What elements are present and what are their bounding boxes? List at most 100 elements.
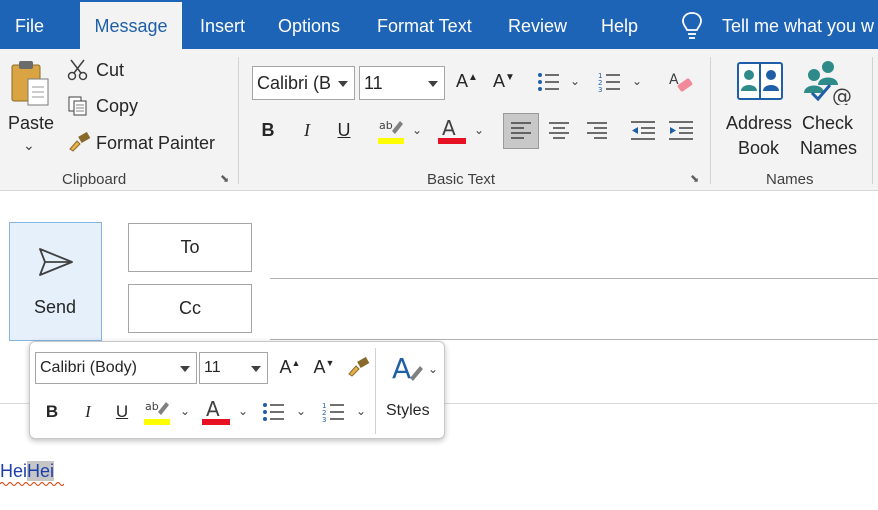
align-right-icon[interactable] — [586, 121, 608, 139]
paste-icon[interactable] — [8, 59, 52, 109]
chevron-down-icon — [338, 81, 348, 87]
send-label: Send — [34, 297, 77, 317]
shrink-font-icon[interactable]: A▼ — [492, 71, 516, 92]
underline-button[interactable]: U — [332, 120, 356, 141]
svg-text:ab: ab — [145, 400, 159, 413]
clipboard-group-label: Clipboard — [62, 171, 127, 188]
copy-icon — [68, 96, 87, 116]
tab-insert[interactable]: Insert — [200, 0, 245, 49]
tab-message[interactable]: Message — [80, 2, 182, 49]
mini-highlight-chevron-icon[interactable]: ⌄ — [180, 404, 190, 418]
tab-format-text[interactable]: Format Text — [377, 0, 472, 49]
chevron-down-icon — [428, 81, 438, 87]
tab-review[interactable]: Review — [508, 0, 567, 49]
lightbulb-icon[interactable] — [680, 11, 704, 41]
cc-button[interactable]: Cc — [128, 284, 252, 333]
format-painter-icon — [69, 132, 91, 152]
mini-font-color-icon[interactable]: A — [202, 396, 230, 426]
decrease-indent-icon[interactable] — [630, 120, 656, 140]
mini-underline-button[interactable]: U — [110, 402, 134, 422]
mini-bullets-icon[interactable] — [262, 401, 286, 423]
align-center-icon[interactable] — [548, 121, 570, 139]
menu-bar: File Message Insert Options Format Text … — [0, 0, 878, 49]
font-name-value: Calibri (B — [257, 73, 332, 93]
mini-font-size-value: 11 — [204, 359, 221, 376]
mini-numbering-chevron-icon[interactable]: ⌄ — [356, 404, 366, 418]
mini-divider — [375, 348, 376, 434]
svg-text:3: 3 — [598, 86, 602, 93]
group-divider — [872, 57, 873, 184]
spellcheck-squiggle — [0, 482, 64, 486]
basic-text-group-label: Basic Text — [427, 171, 496, 188]
mini-font-name-combo[interactable]: Calibri (Body) — [35, 352, 197, 384]
tab-options[interactable]: Options — [278, 0, 340, 49]
mini-font-color-chevron-icon[interactable]: ⌄ — [238, 404, 248, 418]
body-text: Hei — [0, 461, 28, 481]
font-size-value: 11 — [364, 73, 383, 93]
grow-font-icon[interactable]: A▲ — [455, 71, 479, 92]
mini-font-size-combo[interactable]: 11 — [199, 352, 268, 384]
font-color-icon[interactable]: A — [438, 115, 466, 145]
cc-field[interactable] — [270, 339, 878, 340]
clear-formatting-icon[interactable]: A — [668, 69, 694, 95]
mini-italic-button[interactable]: I — [76, 402, 100, 422]
address-book-icon — [737, 62, 783, 100]
send-button[interactable] — [9, 222, 102, 341]
mini-highlight-icon[interactable]: ab — [144, 398, 170, 426]
mini-format-painter-icon[interactable] — [346, 356, 370, 378]
bold-button[interactable]: B — [256, 120, 280, 141]
tell-me-search[interactable]: Tell me what you w — [722, 0, 874, 49]
send-icon — [39, 248, 73, 276]
group-divider — [710, 57, 711, 184]
numbering-icon[interactable]: 1 2 3 — [598, 71, 622, 93]
font-size-combo[interactable]: 11 — [359, 66, 445, 100]
paste-button[interactable]: Paste — [8, 113, 54, 134]
bullets-icon[interactable] — [537, 71, 561, 93]
message-body[interactable]: HeiHei — [0, 461, 55, 482]
ribbon: Paste ⌄ Cut Copy Format Painter Clipboar… — [0, 49, 878, 191]
numbering-dropdown-chevron-icon[interactable]: ⌄ — [632, 74, 642, 88]
svg-text:A: A — [206, 397, 220, 421]
styles-dropdown-chevron-icon[interactable]: ⌄ — [428, 362, 438, 376]
svg-text:@: @ — [832, 84, 852, 105]
check-names-button[interactable]: Check — [802, 113, 853, 134]
mini-bullets-chevron-icon[interactable]: ⌄ — [296, 404, 306, 418]
mini-shrink-font-icon[interactable]: A▼ — [312, 357, 336, 378]
paste-dropdown-chevron-icon[interactable]: ⌄ — [23, 137, 35, 154]
italic-button[interactable]: I — [295, 120, 319, 141]
tab-help[interactable]: Help — [601, 0, 638, 49]
mini-styles-button[interactable]: Styles — [386, 402, 430, 420]
to-field[interactable] — [270, 278, 878, 279]
mini-toolbar: Calibri (Body) 11 A▲ A▼ A ⌄ B I U ab ⌄ A… — [29, 341, 445, 439]
mini-bold-button[interactable]: B — [40, 402, 64, 422]
increase-indent-icon[interactable] — [668, 120, 694, 140]
highlight-dropdown-chevron-icon[interactable]: ⌄ — [412, 123, 422, 137]
bullets-dropdown-chevron-icon[interactable]: ⌄ — [570, 74, 580, 88]
copy-button[interactable]: Copy — [96, 96, 138, 117]
address-book-button[interactable]: Address — [726, 113, 792, 134]
to-button[interactable]: To — [128, 223, 252, 272]
svg-text:3: 3 — [322, 416, 326, 423]
clipboard-launcher-icon[interactable]: ⬊ — [220, 172, 232, 185]
tab-file[interactable]: File — [15, 0, 44, 49]
align-left-icon — [511, 122, 531, 139]
svg-text:A: A — [442, 116, 456, 140]
styles-icon[interactable]: A — [390, 352, 424, 386]
names-group-label: Names — [766, 171, 814, 188]
font-color-dropdown-chevron-icon[interactable]: ⌄ — [474, 123, 484, 137]
font-name-combo[interactable]: Calibri (B — [252, 66, 355, 100]
svg-text:ab: ab — [379, 119, 393, 132]
mini-grow-font-icon[interactable]: A▲ — [278, 357, 302, 378]
cut-button[interactable]: Cut — [96, 60, 124, 81]
highlight-icon[interactable]: ab — [378, 117, 404, 145]
group-divider — [238, 57, 239, 184]
basic-text-launcher-icon[interactable]: ⬊ — [690, 172, 702, 185]
selected-text: Hei — [27, 461, 55, 481]
mini-numbering-icon[interactable]: 1 2 3 — [322, 401, 346, 423]
check-names-label-line2: Names — [800, 138, 858, 158]
svg-text:A: A — [392, 352, 411, 385]
check-names-icon: @ — [804, 61, 852, 105]
format-painter-button[interactable]: Format Painter — [96, 133, 215, 154]
svg-text:A: A — [669, 72, 679, 88]
chevron-down-icon — [180, 366, 190, 372]
